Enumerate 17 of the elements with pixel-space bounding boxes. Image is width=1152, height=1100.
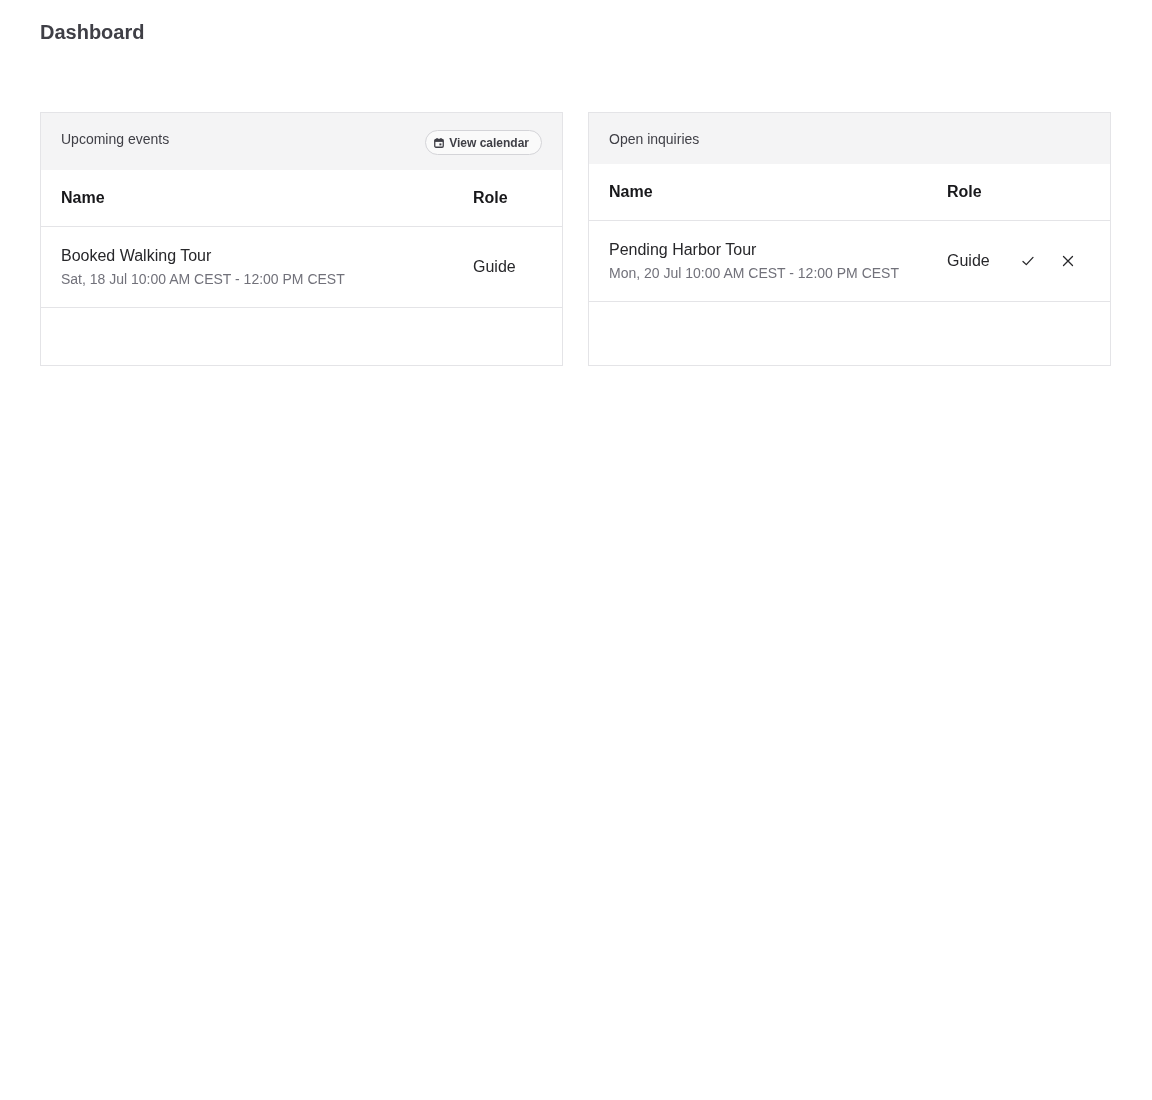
column-heading: Name: [60, 189, 106, 207]
calendar-icon: [434, 137, 445, 148]
event-name: Booked Walking Tour: [61, 246, 212, 266]
column-heading: Name: [608, 183, 654, 201]
event-time: Mon, 20 Jul 10:00 AM CEST - 12:00 PM CEST: [609, 264, 899, 282]
column-heading: Role: [946, 183, 983, 201]
panel-title: Open inquiries: [609, 130, 700, 149]
panel-title: Upcoming events: [61, 130, 170, 149]
page-title: Dashboard: [40, 20, 145, 45]
column-heading: Role: [472, 189, 509, 207]
view-calendar-button[interactable]: View calendar: [425, 130, 542, 155]
event-time: Sat, 18 Jul 10:00 AM CEST - 12:00 PM CEST: [61, 270, 345, 288]
event-name: Pending Harbor Tour: [609, 240, 757, 260]
event-role: Guide: [946, 252, 991, 270]
close-icon: [1062, 255, 1074, 267]
event-role: Guide: [472, 258, 517, 276]
check-icon: [1022, 255, 1034, 267]
